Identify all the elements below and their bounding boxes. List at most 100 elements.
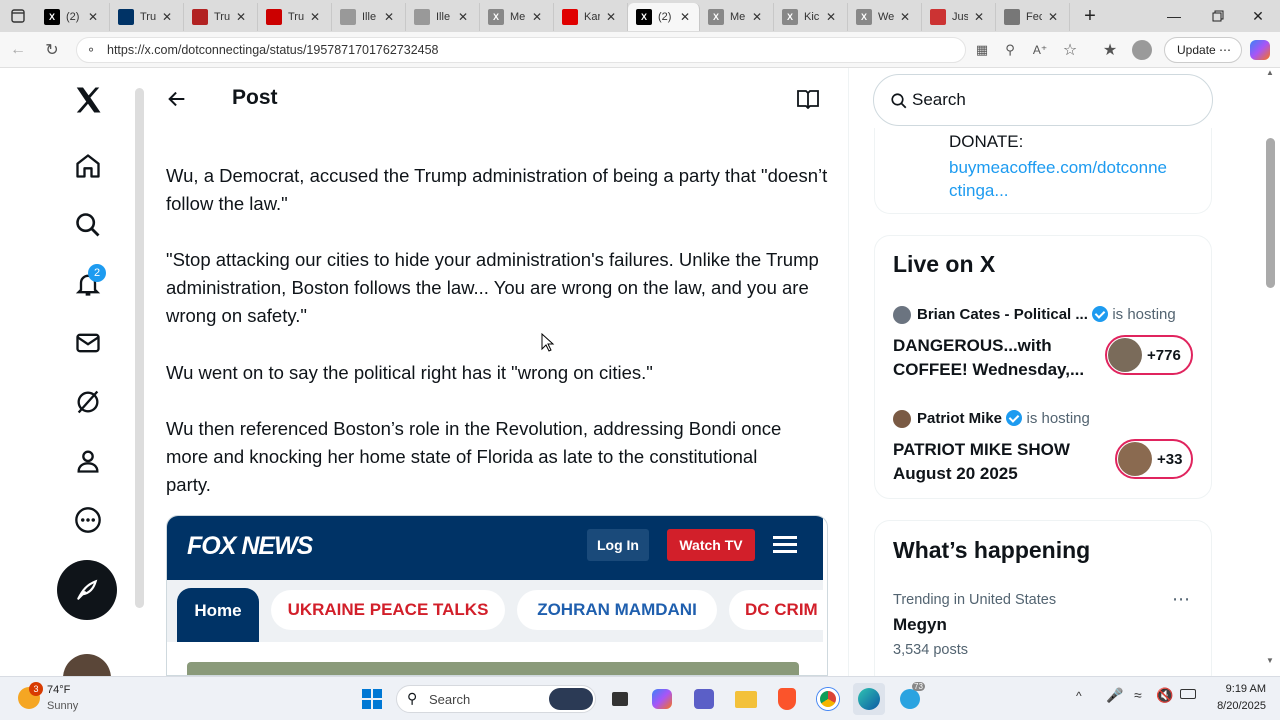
edge-icon[interactable] xyxy=(853,683,885,715)
verified-badge-icon xyxy=(1006,410,1023,426)
tab-close-icon[interactable]: ✕ xyxy=(310,10,320,24)
x-logo-icon[interactable] xyxy=(70,82,106,118)
browser-tab[interactable]: X Kic ✕ xyxy=(774,3,848,31)
browser-tab[interactable]: Ille ✕ xyxy=(332,3,406,31)
file-explorer-icon[interactable] xyxy=(730,683,762,715)
scroll-down-arrow-icon[interactable]: ▼ xyxy=(1266,656,1274,665)
battery-icon[interactable] xyxy=(1180,689,1196,699)
messages-mail-icon[interactable] xyxy=(70,325,106,361)
search-placeholder: Search xyxy=(912,90,966,109)
tab-close-icon[interactable]: ✕ xyxy=(680,10,690,24)
notifications-bell-icon[interactable]: 2 xyxy=(70,264,106,302)
copilot-icon[interactable] xyxy=(1248,38,1272,62)
clock-date[interactable]: 8/20/2025 xyxy=(1196,700,1266,712)
browser-tab[interactable]: X Me ✕ xyxy=(700,3,774,31)
site-info-icon[interactable]: ⚬ xyxy=(86,38,96,62)
search-box[interactable]: Search xyxy=(873,74,1213,126)
zoom-icon[interactable]: ⚲ xyxy=(998,38,1022,62)
back-icon[interactable]: ← xyxy=(6,38,30,62)
browser-tab[interactable]: Jus ✕ xyxy=(922,3,996,31)
reload-icon[interactable]: ↻ xyxy=(40,38,64,62)
browser-tab[interactable]: X (2) ✕ xyxy=(628,3,700,31)
tab-close-icon[interactable]: ✕ xyxy=(88,10,98,24)
live-host-row[interactable]: Brian Cates - Political ... is hosting xyxy=(917,306,1176,324)
tab-close-icon[interactable]: ✕ xyxy=(236,10,246,24)
close-window-button[interactable]: ✕ xyxy=(1236,0,1280,32)
tab-close-icon[interactable]: ✕ xyxy=(752,10,762,24)
left-scrollbar[interactable] xyxy=(135,88,144,608)
clock-time[interactable]: 9:19 AM xyxy=(1206,683,1266,695)
bio-link[interactable]: buymeacoffee.com/dotconne ctinga... xyxy=(949,156,1167,202)
profile-icon[interactable] xyxy=(70,443,106,479)
tab-close-icon[interactable]: ✕ xyxy=(532,10,542,24)
favorites-icon[interactable]: ★ xyxy=(1098,38,1122,62)
reader-mode-icon[interactable] xyxy=(796,89,822,111)
favorite-star-icon[interactable]: ☆ xyxy=(1058,38,1082,62)
teams-icon[interactable] xyxy=(688,683,720,715)
minimize-button[interactable]: — xyxy=(1152,0,1196,32)
home-icon[interactable] xyxy=(70,148,106,184)
listener-count-badge[interactable]: +33 xyxy=(1115,439,1193,479)
brave-icon[interactable] xyxy=(771,683,803,715)
microphone-icon[interactable]: 🎤 xyxy=(1106,687,1123,704)
more-options-icon[interactable] xyxy=(70,502,106,538)
tab-actions-icon[interactable] xyxy=(0,0,36,32)
browser-tab[interactable]: X (2) ✕ xyxy=(36,3,110,31)
live-title[interactable]: DANGEROUS...with COFFEE! Wednesday,... xyxy=(893,334,1093,382)
embedded-image[interactable]: FOX NEWS Log In Watch TV Home UKRAINE PE… xyxy=(166,515,828,676)
browser-tab[interactable]: X Me ✕ xyxy=(480,3,554,31)
telegram-icon[interactable]: 73 xyxy=(894,682,926,715)
feather-icon xyxy=(77,579,98,600)
read-aloud-icon[interactable]: A⁺ xyxy=(1028,38,1052,62)
trend-post-count: 3,534 posts xyxy=(893,642,968,658)
host-avatar[interactable] xyxy=(893,410,911,428)
explore-search-icon[interactable] xyxy=(70,207,106,243)
listener-count-badge[interactable]: +776 xyxy=(1105,335,1193,375)
tab-close-icon[interactable]: ✕ xyxy=(458,10,468,24)
host-avatar[interactable] xyxy=(893,306,911,324)
browser-tab[interactable]: Tru ✕ xyxy=(184,3,258,31)
tab-close-icon[interactable]: ✕ xyxy=(606,10,616,24)
tray-overflow-icon[interactable]: ^ xyxy=(1076,689,1082,703)
gp-icon xyxy=(414,9,430,25)
live-host-row[interactable]: Patriot Mike is hosting xyxy=(917,410,1090,428)
page-scrollbar[interactable] xyxy=(1266,138,1275,288)
tab-close-icon[interactable]: ✕ xyxy=(826,10,836,24)
weather-temp[interactable]: 74°F xyxy=(47,684,70,696)
trend-name[interactable]: Megyn xyxy=(893,615,947,635)
scroll-up-arrow-icon[interactable]: ▲ xyxy=(1266,68,1274,77)
update-button[interactable]: Update ⋯ xyxy=(1164,37,1242,63)
browser-tab[interactable]: Tru ✕ xyxy=(258,3,332,31)
profile-avatar[interactable] xyxy=(1130,38,1154,62)
browser-tab[interactable]: Kar ✕ xyxy=(554,3,628,31)
live-title[interactable]: PATRIOT MIKE SHOW August 20 2025 xyxy=(893,438,1093,486)
windows-start-icon[interactable] xyxy=(356,683,388,715)
grok-icon[interactable] xyxy=(70,384,106,420)
copilot-taskbar-icon[interactable] xyxy=(646,683,678,715)
volume-muted-icon[interactable]: 🔇 xyxy=(1156,687,1173,704)
wifi-icon[interactable]: ≈ xyxy=(1134,687,1142,703)
taskbar-search[interactable]: ⚲ Search xyxy=(396,685,596,713)
url-field[interactable]: ⚬ https://x.com/dotconnectinga/status/19… xyxy=(76,37,966,63)
trend-more-icon[interactable]: ⋯ xyxy=(1172,589,1191,610)
compose-post-button[interactable] xyxy=(57,560,117,620)
app-available-icon[interactable]: ▦ xyxy=(970,38,994,62)
browser-tab[interactable]: Fec ✕ xyxy=(996,3,1070,31)
tab-close-icon[interactable]: ✕ xyxy=(974,10,984,24)
browser-tab[interactable]: Ille ✕ xyxy=(406,3,480,31)
tab-close-icon[interactable]: ✕ xyxy=(384,10,394,24)
tab-title: Kic xyxy=(804,11,820,23)
task-view-icon[interactable] xyxy=(604,683,636,715)
x-icon: X xyxy=(636,9,652,25)
new-tab-button[interactable]: + xyxy=(1070,0,1110,32)
browser-tab[interactable]: X We ✕ xyxy=(848,3,922,31)
browser-tab[interactable]: Tru ✕ xyxy=(110,3,184,31)
tab-close-icon[interactable]: ✕ xyxy=(900,10,910,24)
account-avatar[interactable] xyxy=(63,654,111,676)
tab-close-icon[interactable]: ✕ xyxy=(162,10,172,24)
profile-bio-card: DONATE: buymeacoffee.com/dotconne ctinga… xyxy=(874,128,1212,214)
back-arrow-icon[interactable] xyxy=(166,88,190,112)
restore-button[interactable] xyxy=(1196,0,1240,32)
chrome-icon[interactable] xyxy=(812,683,844,715)
tab-close-icon[interactable]: ✕ xyxy=(1048,10,1058,24)
